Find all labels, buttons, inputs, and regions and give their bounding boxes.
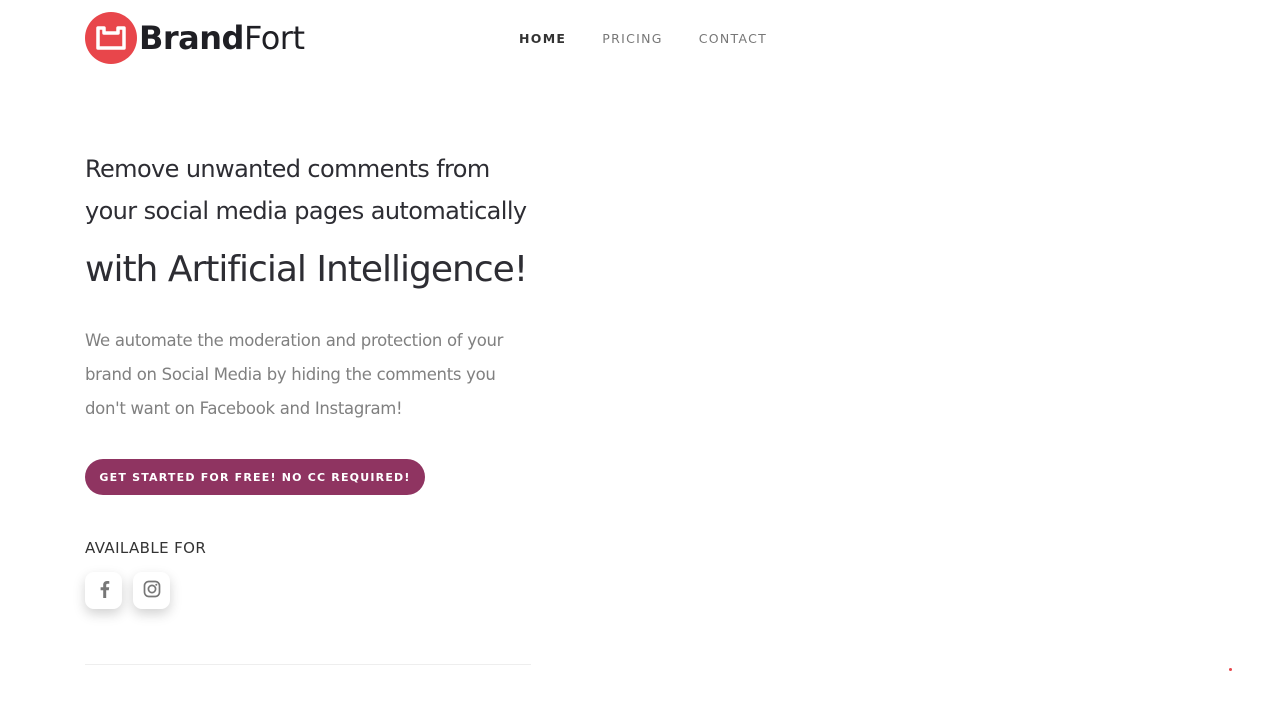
box-icon: [85, 12, 137, 64]
site-header: BrandFort HOME PRICING CONTACT: [0, 0, 1280, 78]
brand-name-light: Fort: [243, 19, 305, 57]
nav-pricing[interactable]: PRICING: [602, 30, 662, 48]
platform-list: [85, 572, 181, 609]
nav-home[interactable]: HOME: [519, 30, 566, 48]
brand-name-bold: Brand: [139, 19, 244, 57]
instagram-button[interactable]: [133, 572, 170, 609]
decorative-dot: [1229, 668, 1232, 671]
available-for-label: AVAILABLE FOR: [85, 539, 207, 557]
hero-heading: Remove unwanted comments from your socia…: [85, 155, 527, 225]
brand-logo-link[interactable]: BrandFort: [85, 12, 305, 64]
facebook-button[interactable]: [85, 572, 122, 609]
main-nav: HOME PRICING CONTACT: [519, 30, 803, 48]
facebook-icon: [97, 580, 111, 602]
landing-page: BrandFort HOME PRICING CONTACT Remove un…: [0, 0, 1280, 720]
nav-contact[interactable]: CONTACT: [699, 30, 767, 48]
get-started-button[interactable]: GET STARTED FOR FREE! NO CC REQUIRED!: [85, 459, 425, 495]
brand-name: BrandFort: [139, 12, 305, 64]
instagram-icon: [143, 580, 161, 602]
section-divider: [85, 664, 531, 665]
hero-description: We automate the moderation and protectio…: [85, 331, 504, 418]
hero-subheading: with Artificial Intelligence!: [85, 249, 528, 290]
